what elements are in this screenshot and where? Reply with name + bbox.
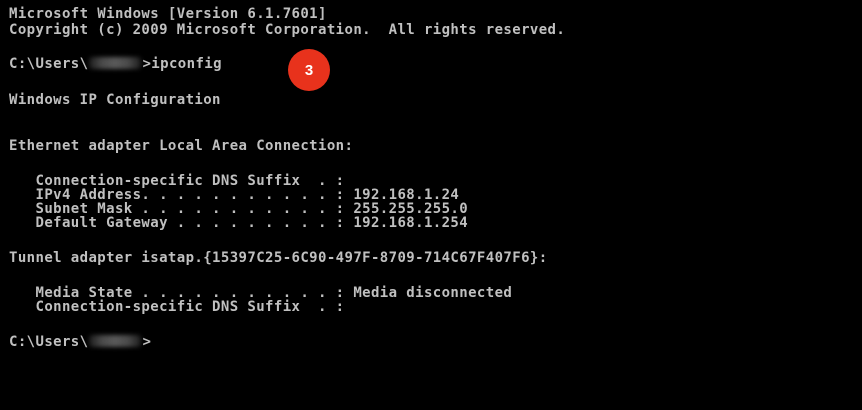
prompt-caret: > [142, 334, 152, 350]
eth-ipv4-line: IPv4 Address. . . . . . . . . . . : 192.… [9, 187, 460, 203]
eth-dns-suffix-line: Connection-specific DNS Suffix . : [9, 173, 345, 189]
prompt-path: C:\Users\ [9, 56, 89, 72]
command-prompt-window[interactable]: Microsoft Windows [Version 6.1.7601] Cop… [0, 0, 862, 410]
ethernet-adapter-header: Ethernet adapter Local Area Connection: [9, 138, 354, 154]
redacted-username [89, 335, 142, 347]
tunnel-adapter-header: Tunnel adapter isatap.{15397C25-6C90-497… [9, 250, 548, 266]
ip-config-title: Windows IP Configuration [9, 92, 221, 108]
prompt-line-current[interactable]: C:\Users\ > [9, 335, 151, 349]
prompt-path: C:\Users\ [9, 334, 89, 350]
tunnel-dns-suffix-line: Connection-specific DNS Suffix . : [9, 299, 345, 315]
redacted-username [89, 57, 142, 69]
header-copyright-line: Copyright (c) 2009 Microsoft Corporation… [9, 22, 566, 38]
prompt-line-ipconfig: C:\Users\ >ipconfig [9, 57, 222, 71]
eth-gateway-line: Default Gateway . . . . . . . . . : 192.… [9, 215, 469, 231]
tunnel-media-state-line: Media State . . . . . . . . . . . : Medi… [9, 285, 513, 301]
header-version-line: Microsoft Windows [Version 6.1.7601] [9, 6, 327, 22]
eth-subnet-line: Subnet Mask . . . . . . . . . . . : 255.… [9, 201, 469, 217]
prompt-command: >ipconfig [142, 56, 222, 72]
step-number-badge: 3 [288, 49, 330, 91]
